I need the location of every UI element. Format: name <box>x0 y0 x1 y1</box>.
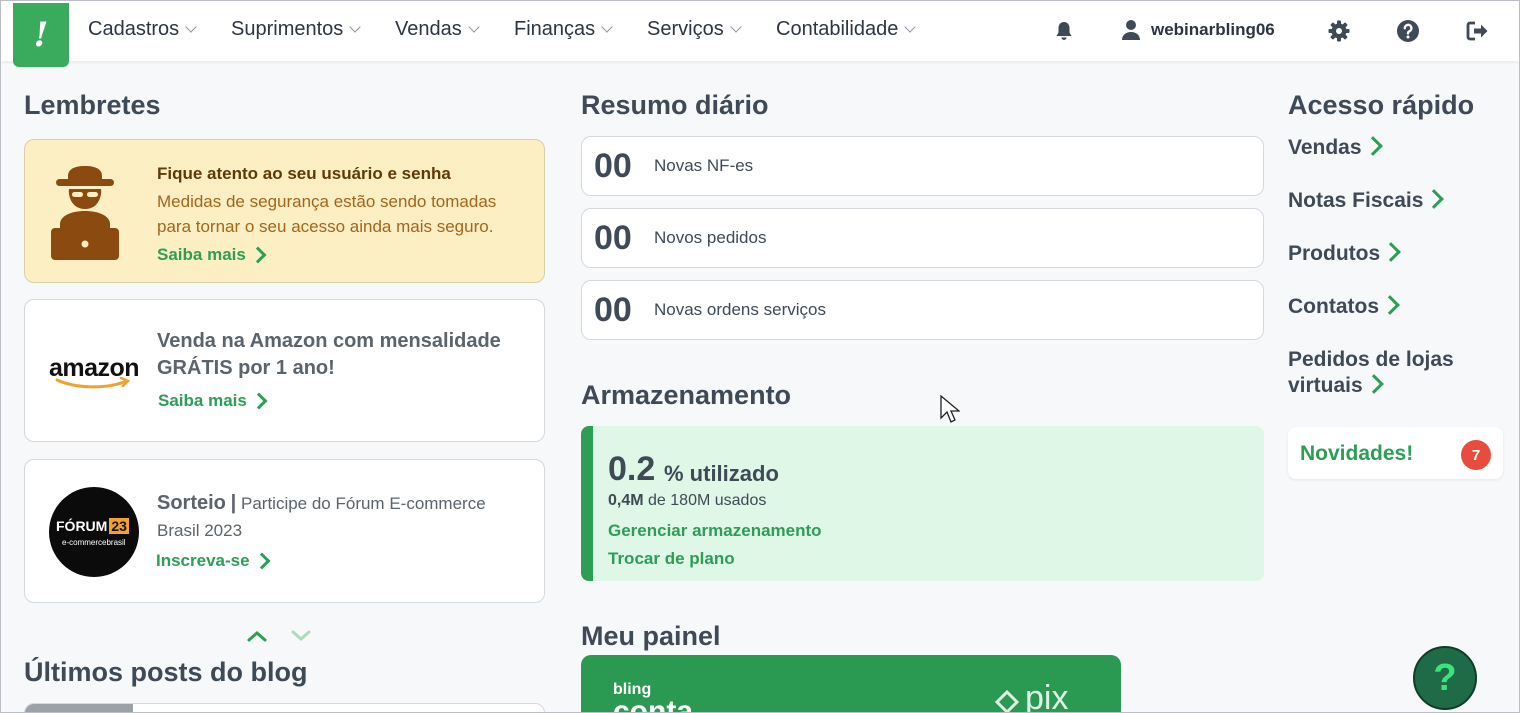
summary-item-ordens[interactable]: 00 Novas ordens serviços <box>581 280 1264 340</box>
news-count-badge: 7 <box>1461 440 1491 470</box>
hacker-icon <box>51 166 119 260</box>
pix-logo-icon <box>994 690 1020 712</box>
help-circle-icon[interactable] <box>1396 19 1420 43</box>
user-icon <box>1122 20 1140 40</box>
quick-access-pedidos-lojas[interactable]: Pedidos de lojas virtuais <box>1288 347 1488 399</box>
pix-label: pix <box>1025 679 1069 713</box>
chevron-right-icon <box>249 246 267 264</box>
top-nav: ! Cadastros Suprimentos Vendas Finanças … <box>1 1 1519 67</box>
forum-promo-card: FÓRUM 23 e-commercebrasil Sorteio | Part… <box>24 459 545 603</box>
bling-conta-banner[interactable]: bling conta pix <box>581 655 1121 713</box>
chevron-down-icon <box>349 21 361 33</box>
chevron-down-icon <box>904 21 916 33</box>
menu-suprimentos[interactable]: Suprimentos <box>231 18 361 41</box>
logout-icon[interactable] <box>1465 19 1489 43</box>
help-chat-button[interactable]: ? <box>1413 646 1477 710</box>
menu-vendas[interactable]: Vendas <box>395 18 480 41</box>
storage-card: 0.2 % utilizado 0,4M de 180M usados Gere… <box>581 426 1264 581</box>
forum-promo-text: Sorteio | Participe do Fórum E-commerce … <box>157 492 486 540</box>
carousel-up-icon[interactable] <box>246 629 268 643</box>
app-frame: ! Cadastros Suprimentos Vendas Finanças … <box>0 0 1520 713</box>
storage-usage: 0,4M de 180M usados <box>608 492 767 509</box>
security-reminder-card: Fique atento ao seu usuário e senha Medi… <box>24 139 545 283</box>
forum-signup-link[interactable]: Inscreva-se <box>156 551 271 571</box>
summary-title: Resumo diário <box>581 90 769 120</box>
chevron-right-icon <box>1362 136 1383 156</box>
chevron-down-icon <box>730 21 742 33</box>
username: webinarbling06 <box>1151 20 1275 39</box>
bell-icon[interactable] <box>1052 19 1076 43</box>
news-button[interactable]: Novidades! 7 <box>1288 427 1503 479</box>
reminders-title: Lembretes <box>24 90 161 120</box>
blog-title: Últimos posts do blog <box>24 657 308 687</box>
quick-access-vendas[interactable]: Vendas <box>1288 135 1383 161</box>
chevron-down-icon <box>601 21 613 33</box>
chevron-right-icon <box>1363 374 1384 394</box>
mouse-cursor-icon <box>940 395 960 423</box>
storage-accent-bar <box>581 426 593 581</box>
storage-title: Armazenamento <box>581 380 792 410</box>
user-menu[interactable]: webinarbling06 <box>1121 19 1275 41</box>
quick-access-produtos[interactable]: Produtos <box>1288 241 1402 267</box>
storage-percent: 0.2 <box>608 450 656 488</box>
panel-title: Meu painel <box>581 621 721 651</box>
menu-contabilidade[interactable]: Contabilidade <box>776 18 916 41</box>
storage-percent-label: % utilizado <box>664 461 779 486</box>
amazon-smile-icon <box>55 377 131 389</box>
blog-post-thumbnail <box>25 704 133 712</box>
quick-access-title: Acesso rápido <box>1288 90 1475 120</box>
blog-post-card[interactable] <box>24 703 545 712</box>
security-title: Fique atento ao seu usuário e senha <box>157 164 451 183</box>
amazon-learn-more-link[interactable]: Saiba mais <box>158 391 268 411</box>
chevron-right-icon <box>1424 189 1445 209</box>
quick-access-notas-fiscais[interactable]: Notas Fiscais <box>1288 188 1445 214</box>
chevron-right-icon <box>253 552 271 570</box>
bling-logo[interactable]: ! <box>13 3 69 67</box>
security-body: Medidas de segurança estão sendo tomadas… <box>157 192 497 236</box>
gear-icon[interactable] <box>1327 19 1351 43</box>
amazon-promo-card: amazon Venda na Amazon com mensalidade G… <box>24 299 545 442</box>
quick-access-contatos[interactable]: Contatos <box>1288 294 1400 320</box>
menu-servicos[interactable]: Serviços <box>647 18 742 41</box>
manage-storage-link[interactable]: Gerenciar armazenamento <box>608 521 822 541</box>
conta-brand: conta <box>613 695 694 713</box>
summary-item-nfes[interactable]: 00 Novas NF-es <box>581 136 1264 196</box>
menu-financas[interactable]: Finanças <box>514 18 613 41</box>
forum-logo: FÓRUM 23 e-commercebrasil <box>49 487 139 577</box>
chevron-down-icon <box>468 21 480 33</box>
carousel-down-icon[interactable] <box>290 629 312 643</box>
chevron-right-icon <box>250 392 268 410</box>
summary-item-pedidos[interactable]: 00 Novos pedidos <box>581 208 1264 268</box>
security-learn-more-link[interactable]: Saiba mais <box>157 245 267 265</box>
chevron-right-icon <box>1381 242 1402 262</box>
amazon-promo-title: Venda na Amazon com mensalidade GRÁTIS p… <box>157 330 501 379</box>
chevron-down-icon <box>185 21 197 33</box>
change-plan-link[interactable]: Trocar de plano <box>608 549 735 569</box>
menu-cadastros[interactable]: Cadastros <box>88 18 197 41</box>
chevron-right-icon <box>1380 295 1400 315</box>
